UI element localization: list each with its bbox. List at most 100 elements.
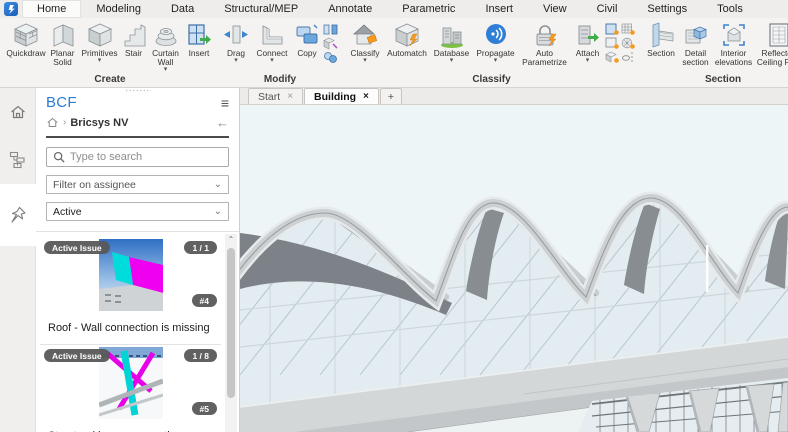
menu-civil[interactable]: Civil (582, 0, 633, 18)
issue-card[interactable]: Active Issue 1 / 8 #5 Structural beam co… (40, 347, 221, 432)
grid-settings-icon[interactable] (621, 23, 636, 35)
bricscad-logo-icon[interactable] (0, 0, 22, 18)
chevron-right-icon: › (63, 117, 67, 128)
propagate-button[interactable]: Propagate ▾ (473, 21, 518, 64)
interior-elevations-button[interactable]: Interior elevations (712, 21, 755, 67)
copy-icon (296, 24, 318, 44)
3d-viewport[interactable] (240, 105, 788, 432)
3d-model-view (240, 105, 788, 432)
structure-panel-button[interactable] (0, 136, 36, 184)
attach-button[interactable]: Attach ▾ (571, 21, 604, 64)
tab-building[interactable]: Building × (304, 88, 379, 104)
bcf-panel: BCF ≡ › Bricsys NV ← Filter on assignee (36, 88, 240, 432)
structure-tree-icon (9, 151, 25, 169)
match-properties-icon[interactable] (323, 37, 339, 50)
menu-home[interactable]: Home (22, 0, 82, 18)
menu-annotate[interactable]: Annotate (313, 0, 387, 18)
issue-title: Roof - Wall connection is missing (48, 322, 210, 334)
menu-modeling[interactable]: Modeling (81, 0, 156, 18)
tab-start[interactable]: Start × (248, 88, 304, 104)
status-filter-select[interactable]: Active ⌄ (46, 202, 229, 221)
close-icon[interactable]: × (287, 91, 293, 102)
back-arrow-icon[interactable]: ← (216, 115, 229, 130)
align-panels-icon[interactable] (323, 23, 339, 36)
menu-view[interactable]: View (528, 0, 582, 18)
menu-structural-mep[interactable]: Structural/MEP (209, 0, 313, 18)
classify-mini-buttons (604, 21, 637, 64)
solid-settings-icon[interactable] (605, 51, 620, 63)
section-line-settings-icon[interactable] (621, 51, 636, 63)
menu-tools[interactable]: Tools (702, 0, 758, 18)
dropdown-caret-icon[interactable]: ▾ (363, 57, 367, 64)
bcf-panel-title: BCF (46, 94, 77, 111)
scrollbar-thumb[interactable] (227, 248, 235, 398)
viewport-column: Start × Building × + (240, 88, 788, 432)
dropdown-caret-icon[interactable]: ▾ (270, 57, 274, 64)
group-label-classify: Classify (472, 74, 511, 85)
menu-insert[interactable]: Insert (470, 0, 528, 18)
search-input[interactable] (70, 151, 222, 163)
group-label-create: Create (94, 74, 126, 85)
automatch-button[interactable]: Automatch (384, 21, 430, 58)
menu-data[interactable]: Data (156, 0, 209, 18)
menu-parametric[interactable]: Parametric (387, 0, 470, 18)
ribbon-group-modify: Drag ▾ Connect ▾ Copy Modify (217, 18, 343, 87)
quickdraw-button[interactable]: Quickdraw (6, 21, 46, 58)
connect-button[interactable]: Connect ▾ (252, 21, 292, 64)
new-tab-button[interactable]: + (379, 88, 403, 104)
dropdown-caret-icon[interactable]: ▾ (98, 57, 102, 64)
curtain-wall-button[interactable]: Curtain Wall ▾ (147, 21, 184, 73)
copy-button[interactable]: Copy (292, 21, 322, 58)
scrollbar[interactable]: ⌃ (225, 234, 237, 432)
modify-mini-buttons (322, 21, 340, 64)
auto-parametrize-button[interactable]: Auto Parametrize (518, 21, 571, 67)
home-panel-button[interactable] (0, 88, 36, 136)
window-settings-icon[interactable] (605, 23, 620, 35)
detail-frame-settings-icon[interactable] (605, 37, 620, 49)
bricscad-window: Home Modeling Data Structural/MEP Annota… (0, 0, 788, 432)
chevron-down-icon: ⌄ (213, 206, 222, 217)
drag-button[interactable]: Drag ▾ (220, 21, 252, 64)
bcf-panel-button[interactable] (0, 184, 36, 246)
dropdown-caret-icon[interactable]: ▾ (164, 66, 168, 73)
planar-solid-button[interactable]: Planar Solid (46, 21, 79, 67)
assignee-filter-select[interactable]: Filter on assignee ⌄ (46, 175, 229, 194)
document-tab-bar: Start × Building × + (240, 88, 788, 105)
issue-card[interactable]: Active Issue 1 / 1 #4 Roof - Wall connec… (40, 239, 221, 345)
group-label-modify: Modify (263, 74, 297, 85)
dropdown-caret-icon[interactable]: ▾ (234, 57, 238, 64)
menubar: Home Modeling Data Structural/MEP Annota… (0, 0, 788, 18)
menu-items: Home Modeling Data Structural/MEP Annota… (22, 0, 788, 18)
content-row: BCF ≡ › Bricsys NV ← Filter on assignee (0, 88, 788, 432)
stair-button[interactable]: Stair (120, 21, 147, 58)
breadcrumb-project-name[interactable]: Bricsys NV (70, 117, 128, 129)
hamburger-menu-icon[interactable]: ≡ (221, 96, 229, 110)
section-button[interactable]: Section (643, 21, 679, 58)
close-icon[interactable]: × (363, 91, 369, 102)
issue-list: Active Issue 1 / 1 #4 Roof - Wall connec… (36, 232, 239, 432)
reflected-ceiling-plan-icon (769, 23, 788, 47)
ribbon-group-create: Quickdraw Planar Solid Primitives ▾ Stai… (3, 18, 217, 87)
dropdown-caret-icon[interactable]: ▾ (450, 57, 454, 64)
issue-status-badge: Active Issue (44, 349, 110, 362)
classify-button[interactable]: Classify ▾ (346, 21, 384, 64)
dropdown-caret-icon[interactable]: ▾ (586, 57, 590, 64)
dropdown-caret-icon[interactable]: ▾ (494, 57, 498, 64)
attach-icon (578, 25, 599, 45)
interior-elevations-icon (722, 24, 745, 46)
reflected-ceiling-plan-button[interactable]: Reflected Ceiling Plan (755, 21, 788, 67)
detail-section-button[interactable]: Detail section (679, 21, 712, 67)
polar-grid-settings-icon[interactable] (621, 37, 636, 49)
insert-button[interactable]: Insert (184, 21, 214, 58)
search-box (46, 147, 229, 167)
section-icon (652, 22, 674, 48)
breadcrumb-home-icon[interactable] (46, 116, 59, 129)
issue-count-badge: 1 / 1 (184, 241, 217, 254)
menu-settings[interactable]: Settings (632, 0, 702, 18)
panel-divider (46, 136, 229, 138)
duplicate-icon[interactable] (323, 51, 339, 64)
scroll-up-icon[interactable]: ⌃ (225, 234, 237, 246)
database-button[interactable]: Database ▾ (430, 21, 473, 64)
database-icon (440, 27, 463, 48)
primitives-button[interactable]: Primitives ▾ (79, 21, 120, 64)
